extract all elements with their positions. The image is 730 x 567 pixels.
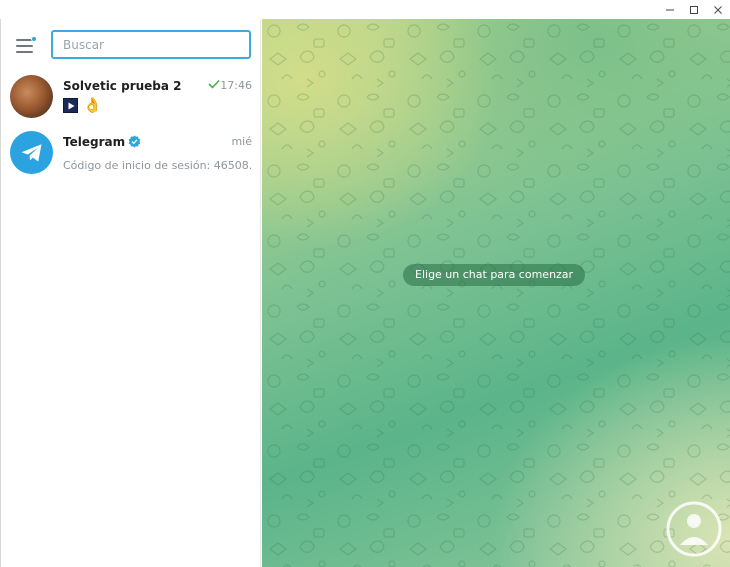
ok-hand-emoji: 👌 (83, 96, 102, 114)
video-thumbnail-icon (63, 98, 78, 113)
sidebar: Solvetic prueba 2 17:46 👌 Telegram (0, 19, 261, 567)
sent-check-icon (208, 79, 220, 89)
chat-item-telegram[interactable]: Telegram mié Código de inicio de sesión:… (1, 127, 261, 183)
maximize-icon[interactable] (682, 0, 706, 19)
telegram-logo-icon (10, 131, 53, 174)
search-input[interactable] (53, 32, 249, 57)
chat-name: Solvetic prueba 2 (63, 79, 182, 93)
doodle-pattern (262, 19, 730, 567)
chat-preview: Código de inicio de sesión: 46508.... (63, 159, 253, 172)
close-icon[interactable] (706, 0, 730, 19)
minimize-icon[interactable] (658, 0, 682, 19)
chat-name-wrap: Telegram (63, 135, 141, 149)
chat-list: Solvetic prueba 2 17:46 👌 Telegram mié C… (1, 71, 261, 183)
watermark-logo-icon (666, 501, 722, 557)
verified-badge-icon (128, 135, 141, 148)
title-bar (0, 0, 730, 19)
notification-dot (31, 36, 37, 42)
avatar (10, 75, 53, 118)
chat-time: 17:46 (220, 79, 252, 92)
chat-name: Telegram (63, 135, 126, 149)
chat-background: Elige un chat para comenzar (262, 19, 730, 567)
chat-time: mié (231, 135, 252, 148)
window-controls (658, 0, 730, 19)
search-box (51, 30, 251, 59)
chat-item-solvetic[interactable]: Solvetic prueba 2 17:46 👌 (1, 71, 261, 127)
hamburger-menu-icon[interactable] (15, 36, 37, 54)
select-chat-hint: Elige un chat para comenzar (403, 264, 586, 286)
